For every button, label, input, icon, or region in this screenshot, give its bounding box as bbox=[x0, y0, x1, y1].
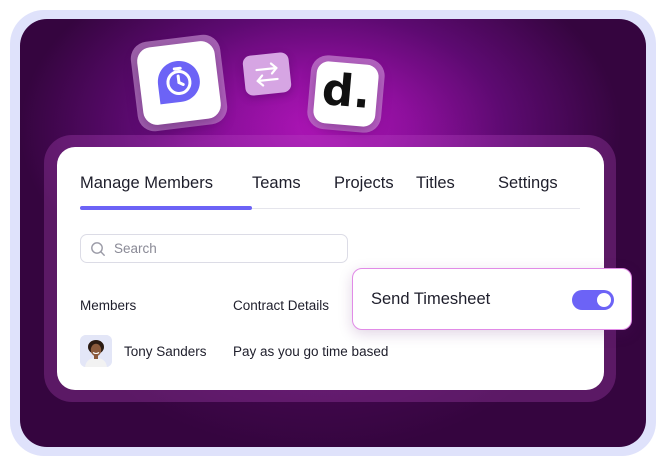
search-icon bbox=[91, 242, 105, 256]
column-header-members: Members bbox=[80, 298, 137, 313]
contract-details: Pay as you go time based bbox=[233, 344, 389, 359]
send-timesheet-label: Send Timesheet bbox=[371, 290, 491, 308]
swap-arrows-tile bbox=[242, 51, 292, 97]
member-avatar-icon bbox=[80, 335, 112, 367]
swap-arrows-icon bbox=[255, 62, 279, 87]
avatar bbox=[80, 335, 112, 367]
partner-logo-letter: d. bbox=[320, 63, 373, 119]
active-tab-indicator bbox=[80, 206, 252, 210]
timer-app-logo bbox=[135, 39, 223, 127]
tab-teams[interactable]: Teams bbox=[252, 174, 301, 193]
member-name: Tony Sanders bbox=[124, 344, 207, 359]
column-header-contract-details: Contract Details bbox=[233, 298, 330, 313]
partner-app-logo: d. bbox=[312, 60, 380, 128]
tab-titles[interactable]: Titles bbox=[416, 174, 455, 193]
send-timesheet-toggle[interactable] bbox=[572, 290, 614, 310]
timer-bubble-icon bbox=[157, 61, 200, 105]
tab-projects[interactable]: Projects bbox=[334, 174, 394, 193]
toggle-knob bbox=[597, 293, 611, 307]
search-box[interactable] bbox=[80, 234, 348, 263]
tab-settings[interactable]: Settings bbox=[498, 174, 558, 193]
send-timesheet-card: Send Timesheet bbox=[352, 268, 632, 330]
tab-manage-members[interactable]: Manage Members bbox=[80, 174, 213, 193]
search-input[interactable] bbox=[114, 238, 339, 259]
